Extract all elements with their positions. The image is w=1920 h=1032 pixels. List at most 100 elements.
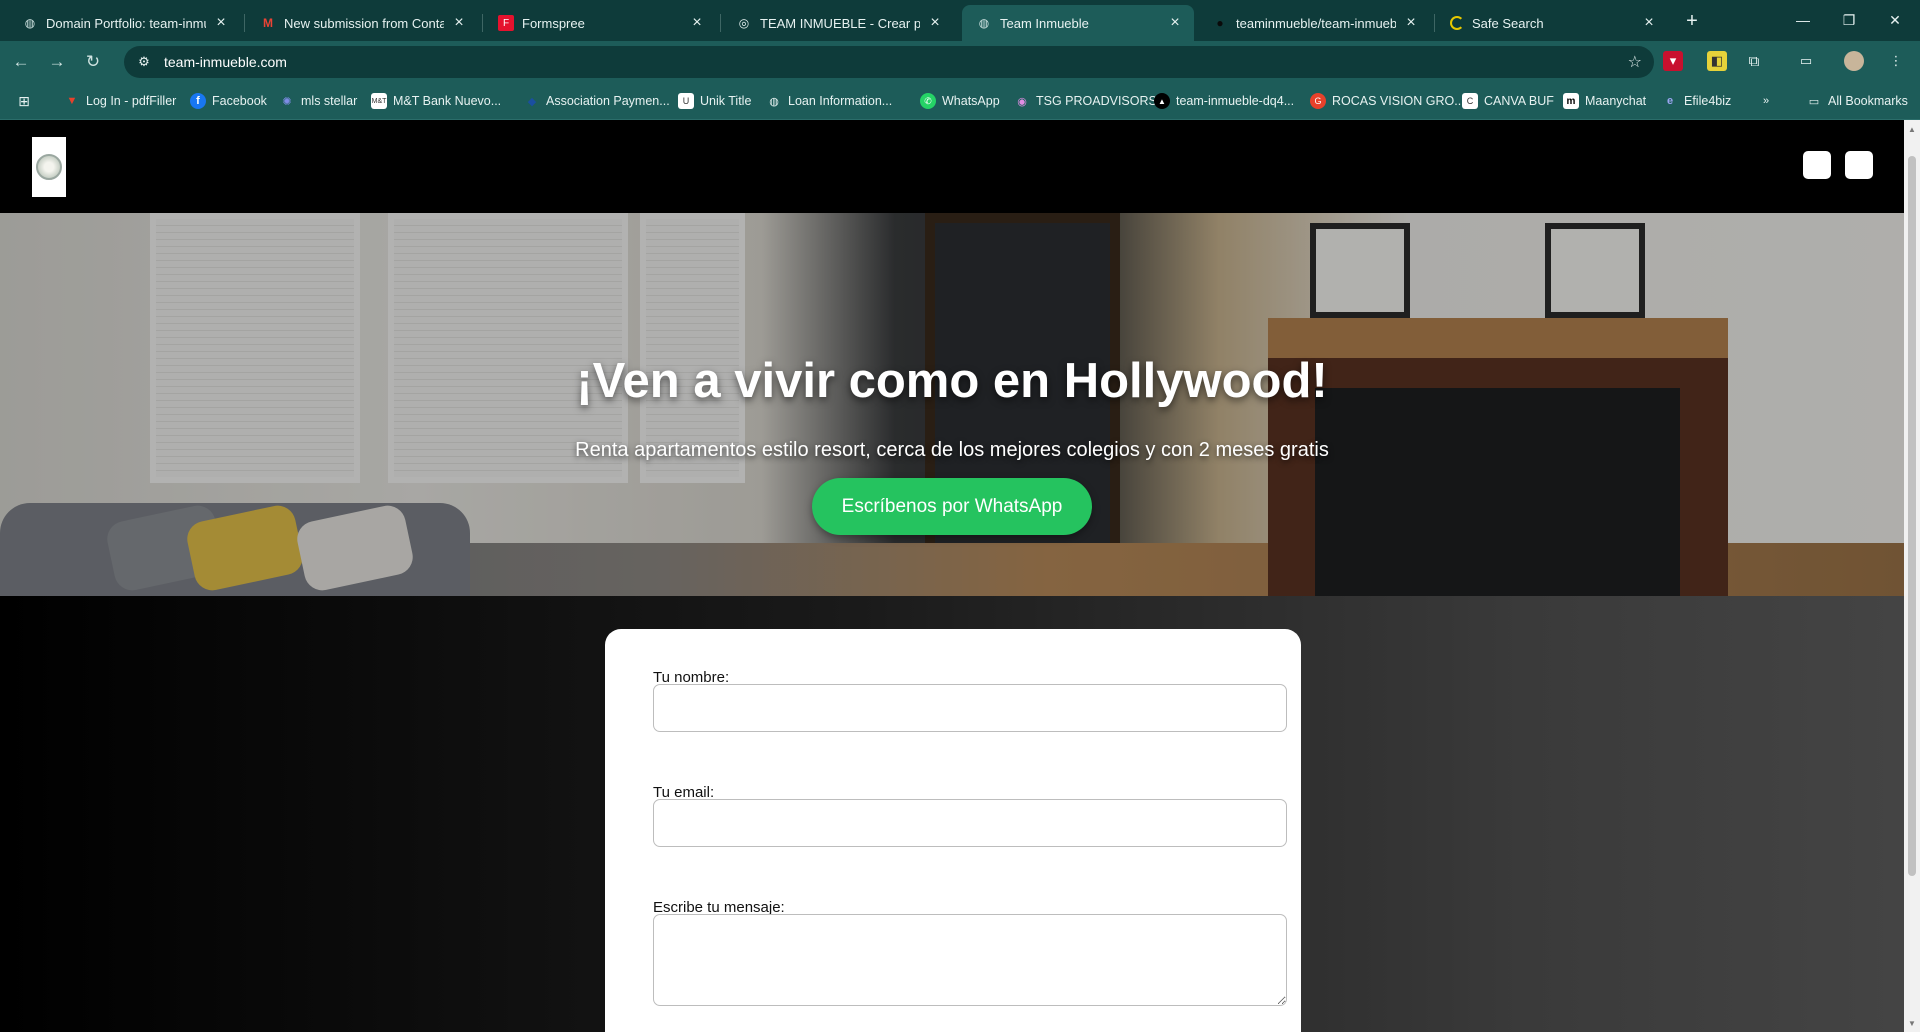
bookmark-loan-information[interactable]: ◍ Loan Information... [766, 91, 892, 111]
unik-icon: U [678, 93, 694, 109]
globe-icon: ◍ [978, 16, 990, 30]
tab-github[interactable]: ● teaminmueble/team-inmueble × [1198, 5, 1430, 41]
bookmark-label: TSG PROADVISORS [1036, 94, 1157, 108]
bookmark-label: mls stellar [301, 94, 358, 108]
github-icon: ● [1212, 15, 1228, 31]
association-icon: ◆ [527, 95, 537, 108]
bookmark-label: Loan Information... [788, 94, 893, 108]
bookmark-vercel[interactable]: ▲ team-inmueble-dq4... [1154, 91, 1294, 111]
email-input[interactable] [653, 799, 1287, 847]
whatsapp-cta-button[interactable]: Escríbenos por WhatsApp [812, 478, 1092, 535]
tab-strip: ◍ Domain Portfolio: team-inmueble × M Ne… [0, 0, 1920, 41]
tab-title: Domain Portfolio: team-inmueble [46, 15, 206, 31]
tab-divider [482, 14, 483, 32]
tab-divider [720, 14, 721, 32]
scroll-thumb[interactable] [1908, 156, 1916, 876]
back-button[interactable]: ← [8, 49, 34, 75]
tab-title: Team Inmueble [1000, 15, 1089, 31]
profile-avatar[interactable] [1844, 51, 1864, 71]
gmail-icon: M [263, 16, 273, 30]
bookmark-label: Facebook [212, 94, 267, 108]
apps-icon[interactable]: ⊞ [16, 91, 38, 111]
bookmark-star-icon[interactable]: ☆ [1628, 52, 1642, 72]
all-bookmarks-folder[interactable]: ▭ All Bookmarks [1806, 91, 1908, 111]
header-button-1[interactable] [1803, 151, 1831, 179]
side-panel-icon[interactable]: ▭ [1796, 51, 1816, 71]
restore-button[interactable]: ❐ [1826, 6, 1872, 34]
close-icon[interactable]: × [1640, 14, 1658, 32]
stellar-icon: ✺ [282, 95, 292, 108]
pocket-extension-icon[interactable]: ▾ [1663, 51, 1683, 71]
page-viewport: ¡Ven a vivir como en Hollywood! Renta ap… [0, 120, 1904, 1032]
tab-domain-portfolio[interactable]: ◍ Domain Portfolio: team-inmueble × [8, 5, 240, 41]
pdffiller-icon: ▼ [66, 95, 78, 107]
site-logo[interactable] [32, 137, 66, 197]
puzzle-extensions-icon[interactable]: ⧉ [1744, 51, 1764, 71]
close-icon[interactable]: × [212, 14, 230, 32]
rocas-icon: G [1310, 93, 1326, 109]
hero-section: ¡Ven a vivir como en Hollywood! Renta ap… [0, 213, 1904, 596]
vercel-icon: ▲ [1154, 93, 1170, 109]
tab-title: teaminmueble/team-inmueble [1236, 15, 1396, 31]
reload-button[interactable]: ↻ [80, 49, 106, 75]
bookmark-unik-title[interactable]: U Unik Title [678, 91, 751, 111]
close-icon[interactable]: × [926, 14, 944, 32]
new-tab-button[interactable]: + [1680, 9, 1704, 33]
bookmark-mt-bank[interactable]: M&T M&T Bank Nuevo... [371, 91, 501, 111]
contact-form: Tu nombre: Tu email: Escribe tu mensaje: [605, 629, 1301, 1032]
tab-crear-pagina[interactable]: ◎ TEAM INMUEBLE - Crear página × [722, 5, 954, 41]
close-icon[interactable]: × [1402, 14, 1420, 32]
close-icon[interactable]: × [450, 14, 468, 32]
minimize-button[interactable]: — [1780, 6, 1826, 34]
address-bar[interactable]: ⚙ team-inmueble.com ☆ [124, 46, 1654, 78]
hero-content: ¡Ven a vivir como en Hollywood! Renta ap… [0, 213, 1904, 596]
bookmark-canva-buf[interactable]: C CANVA BUF [1462, 91, 1554, 111]
seal-icon [36, 154, 62, 180]
tab-team-inmueble[interactable]: ◍ Team Inmueble × [962, 5, 1194, 41]
tab-safe-search[interactable]: Safe Search × [1436, 5, 1668, 41]
menu-dots-icon[interactable]: ⋮ [1886, 51, 1906, 71]
bookmark-whatsapp[interactable]: ✆ WhatsApp [920, 91, 1000, 111]
globe-icon: ◍ [769, 95, 779, 108]
name-input[interactable] [653, 684, 1287, 732]
tab-title: Safe Search [1472, 15, 1544, 31]
extension-icon[interactable]: ◧ [1707, 51, 1727, 71]
loading-icon [1450, 16, 1464, 30]
bookmark-tsg-proadvisors[interactable]: ◉ TSG PROADVISORS [1014, 91, 1157, 111]
scroll-up-arrow[interactable]: ▲ [1904, 122, 1920, 136]
close-window-button[interactable]: ✕ [1872, 6, 1918, 34]
mtbank-icon: M&T [371, 93, 387, 109]
bookmark-efile4biz[interactable]: e Efile4biz [1662, 91, 1731, 111]
message-textarea[interactable] [653, 914, 1287, 1006]
tsg-icon: ◉ [1017, 95, 1027, 108]
tab-gmail[interactable]: M New submission from Contacto × [246, 5, 478, 41]
bookmark-label: team-inmueble-dq4... [1176, 94, 1295, 108]
page-scrollbar[interactable]: ▲ ▼ [1904, 120, 1920, 1032]
bookmark-label: M&T Bank Nuevo... [393, 94, 502, 108]
bookmark-label: CANVA BUF [1484, 94, 1554, 108]
formspree-icon: F [498, 15, 514, 31]
bookmark-mls-stellar[interactable]: ✺ mls stellar [279, 91, 357, 111]
scroll-down-arrow[interactable]: ▼ [1904, 1016, 1920, 1030]
bookmark-label: Maanychat [1585, 94, 1647, 108]
bookmark-manychat[interactable]: m Maanychat [1563, 91, 1646, 111]
close-icon[interactable]: × [688, 14, 706, 32]
site-info-icon[interactable]: ⚙ [134, 52, 154, 72]
tab-title: TEAM INMUEBLE - Crear página [760, 15, 920, 31]
tab-formspree[interactable]: F Formspree × [484, 5, 716, 41]
tab-divider [1434, 14, 1435, 32]
bookmark-label: Association Paymen... [546, 94, 670, 108]
bookmark-pdffiller[interactable]: ▼ Log In - pdfFiller [64, 91, 177, 111]
header-button-2[interactable] [1845, 151, 1873, 179]
tab-title: Formspree [522, 15, 585, 31]
more-bookmarks-icon[interactable]: » [1758, 91, 1780, 111]
close-icon[interactable]: × [1166, 14, 1184, 32]
site-header [0, 120, 1904, 213]
bookmark-facebook[interactable]: f Facebook [190, 91, 267, 111]
forward-button[interactable]: → [44, 49, 70, 75]
bookmark-association[interactable]: ◆ Association Paymen... [524, 91, 670, 111]
bookmark-rocas-vision[interactable]: G ROCAS VISION GRO... [1310, 91, 1465, 111]
bookmark-label: Efile4biz [1684, 94, 1732, 108]
globe-icon: ◍ [24, 16, 36, 30]
hero-subtitle: Renta apartamentos estilo resort, cerca … [575, 439, 1329, 461]
